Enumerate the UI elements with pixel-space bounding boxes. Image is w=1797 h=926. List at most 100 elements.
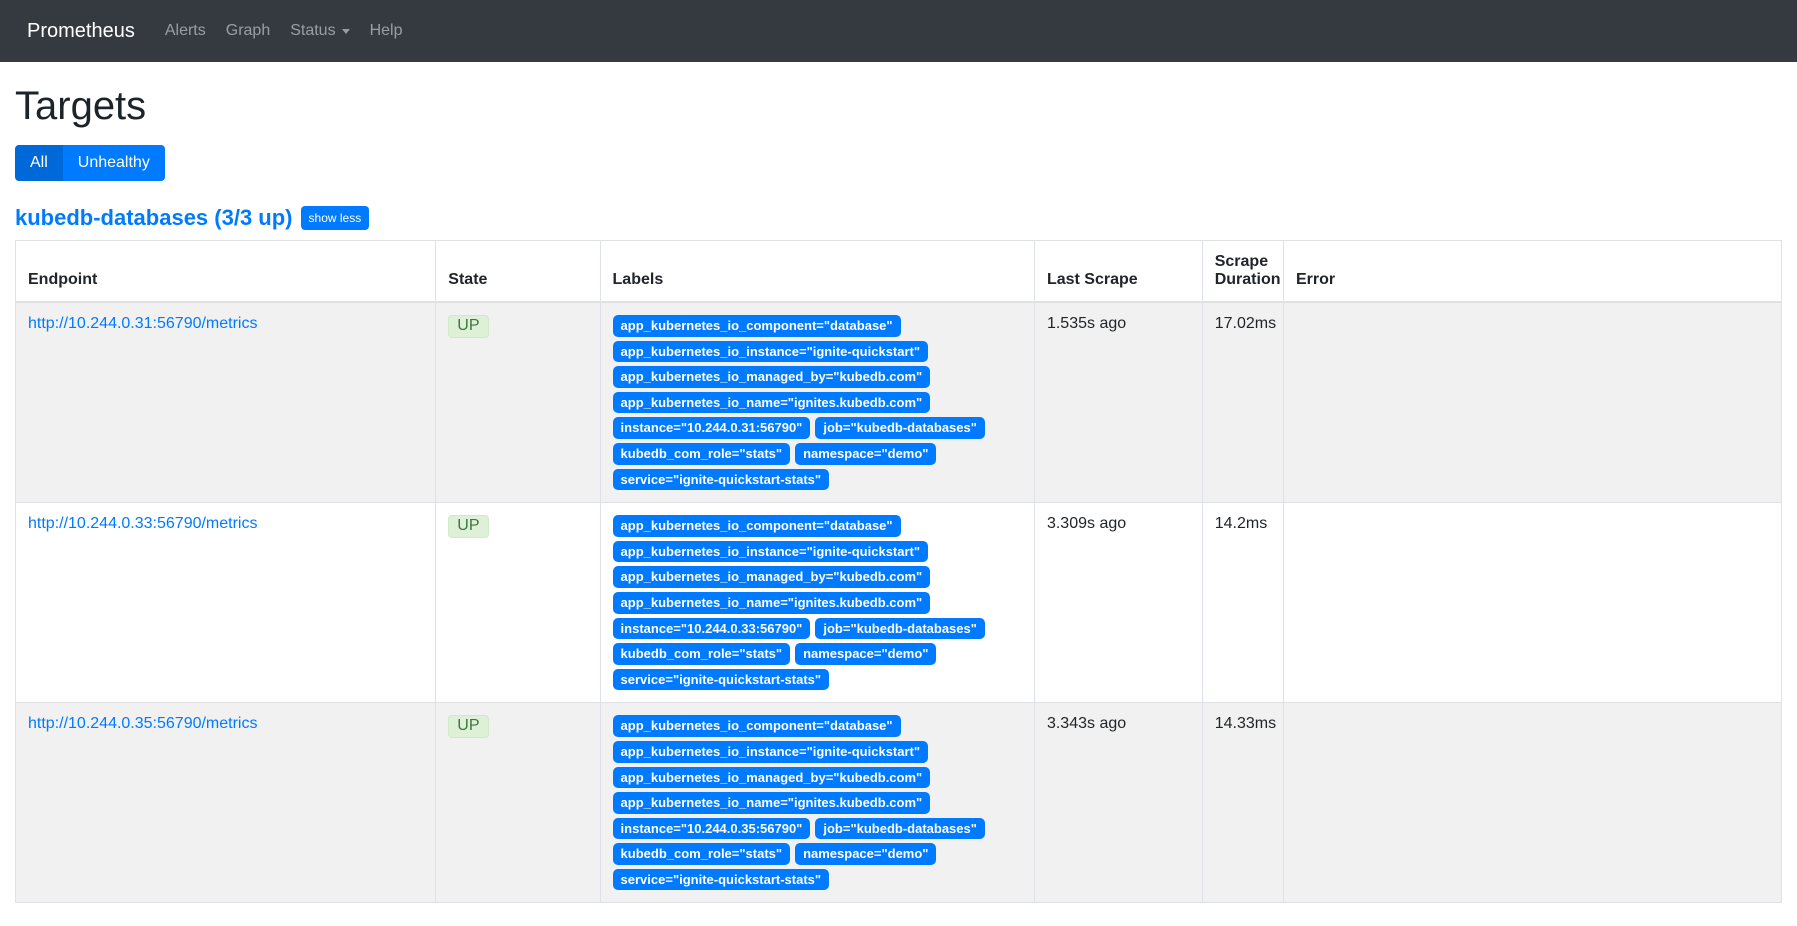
label-badge: instance="10.244.0.31:56790" xyxy=(613,417,811,439)
label-badge: app_kubernetes_io_component="database" xyxy=(613,315,901,337)
label-badge: app_kubernetes_io_name="ignites.kubedb.c… xyxy=(613,592,931,614)
label-badge: app_kubernetes_io_instance="ignite-quick… xyxy=(613,541,929,563)
label-line: service="ignite-quickstart-stats" xyxy=(613,469,1022,491)
page-container: Targets All Unhealthy kubedb-databases (… xyxy=(0,84,1797,903)
endpoint-link[interactable]: http://10.244.0.31:56790/metrics xyxy=(28,315,257,332)
label-line: app_kubernetes_io_managed_by="kubedb.com… xyxy=(613,366,1022,388)
nav-item-status[interactable]: Status xyxy=(280,14,359,48)
nav-item-label: Graph xyxy=(226,22,270,40)
show-less-button[interactable]: show less xyxy=(301,206,370,230)
nav-item-label: Alerts xyxy=(165,22,206,40)
filter-all-button[interactable]: All xyxy=(15,145,63,181)
label-line: app_kubernetes_io_instance="ignite-quick… xyxy=(613,541,1022,563)
endpoint-cell: http://10.244.0.35:56790/metrics xyxy=(16,703,436,903)
endpoint-cell: http://10.244.0.31:56790/metrics xyxy=(16,302,436,503)
label-line: service="ignite-quickstart-stats" xyxy=(613,869,1022,891)
label-badge: job="kubedb-databases" xyxy=(815,417,985,439)
label-badge: app_kubernetes_io_name="ignites.kubedb.c… xyxy=(613,392,931,414)
label-badge: kubedb_com_role="stats" xyxy=(613,443,791,465)
label-line: app_kubernetes_io_instance="ignite-quick… xyxy=(613,341,1022,363)
scrape-duration-cell: 17.02ms xyxy=(1202,302,1283,503)
label-line: app_kubernetes_io_managed_by="kubedb.com… xyxy=(613,767,1022,789)
job-section-header: kubedb-databases (3/3 up) show less xyxy=(15,205,1782,231)
label-line: app_kubernetes_io_component="database" xyxy=(613,315,1022,337)
header-endpoint: Endpoint xyxy=(16,241,436,303)
scrape-duration-cell: 14.2ms xyxy=(1202,503,1283,703)
state-up-badge: UP xyxy=(448,715,488,738)
label-badge: namespace="demo" xyxy=(795,443,936,465)
label-badge: app_kubernetes_io_managed_by="kubedb.com… xyxy=(613,767,931,789)
label-line: app_kubernetes_io_managed_by="kubedb.com… xyxy=(613,566,1022,588)
last-scrape-cell: 3.343s ago xyxy=(1034,703,1202,903)
job-title[interactable]: kubedb-databases (3/3 up) xyxy=(15,205,293,231)
label-line: instance="10.244.0.31:56790"job="kubedb-… xyxy=(613,417,1022,439)
table-row: http://10.244.0.35:56790/metrics UP app_ku… xyxy=(16,703,1782,903)
target-filter-group: All Unhealthy xyxy=(15,145,165,181)
header-state: State xyxy=(436,241,600,303)
endpoint-cell: http://10.244.0.33:56790/metrics xyxy=(16,503,436,703)
nav-item-alerts[interactable]: Alerts xyxy=(155,14,216,48)
last-scrape-cell: 3.309s ago xyxy=(1034,503,1202,703)
state-up-badge: UP xyxy=(448,515,488,538)
label-badge: app_kubernetes_io_managed_by="kubedb.com… xyxy=(613,366,931,388)
brand-link[interactable]: Prometheus xyxy=(27,20,135,43)
header-last-scrape: Last Scrape xyxy=(1034,241,1202,303)
nav-item-label: Help xyxy=(370,22,403,40)
state-cell: UP xyxy=(436,703,600,903)
scrape-duration-cell: 14.33ms xyxy=(1202,703,1283,903)
label-badge: job="kubedb-databases" xyxy=(815,618,985,640)
navbar-menu: Alerts Graph Status Help xyxy=(155,14,413,48)
label-badge: service="ignite-quickstart-stats" xyxy=(613,469,830,491)
label-line: app_kubernetes_io_instance="ignite-quick… xyxy=(613,741,1022,763)
header-labels: Labels xyxy=(600,241,1034,303)
label-badge: namespace="demo" xyxy=(795,843,936,865)
label-line: app_kubernetes_io_component="database" xyxy=(613,715,1022,737)
label-line: app_kubernetes_io_name="ignites.kubedb.c… xyxy=(613,792,1022,814)
label-badge: app_kubernetes_io_managed_by="kubedb.com… xyxy=(613,566,931,588)
labels-cell: app_kubernetes_io_component="database"ap… xyxy=(600,703,1034,903)
targets-table: Endpoint State Labels Last Scrape Scrape… xyxy=(15,240,1782,903)
error-cell xyxy=(1283,503,1781,703)
table-row: http://10.244.0.31:56790/metrics UP app_ku… xyxy=(16,302,1782,503)
state-cell: UP xyxy=(436,503,600,703)
label-line: instance="10.244.0.35:56790"job="kubedb-… xyxy=(613,818,1022,840)
endpoint-link[interactable]: http://10.244.0.33:56790/metrics xyxy=(28,515,257,532)
label-badge: app_kubernetes_io_component="database" xyxy=(613,715,901,737)
page-title: Targets xyxy=(15,84,1782,129)
label-badge: app_kubernetes_io_name="ignites.kubedb.c… xyxy=(613,792,931,814)
chevron-down-icon xyxy=(342,29,350,34)
label-line: kubedb_com_role="stats"namespace="demo" xyxy=(613,843,1022,865)
table-header-row: Endpoint State Labels Last Scrape Scrape… xyxy=(16,241,1782,303)
table-row: http://10.244.0.33:56790/metrics UP app_ku… xyxy=(16,503,1782,703)
labels-cell: app_kubernetes_io_component="database"ap… xyxy=(600,503,1034,703)
filter-unhealthy-button[interactable]: Unhealthy xyxy=(63,145,165,181)
label-line: app_kubernetes_io_name="ignites.kubedb.c… xyxy=(613,592,1022,614)
state-cell: UP xyxy=(436,302,600,503)
label-badge: kubedb_com_role="stats" xyxy=(613,643,791,665)
state-up-badge: UP xyxy=(448,315,488,338)
label-badge: app_kubernetes_io_instance="ignite-quick… xyxy=(613,741,929,763)
label-badge: instance="10.244.0.35:56790" xyxy=(613,818,811,840)
label-badge: app_kubernetes_io_component="database" xyxy=(613,515,901,537)
nav-item-label: Status xyxy=(290,22,335,40)
label-line: app_kubernetes_io_component="database" xyxy=(613,515,1022,537)
label-badge: service="ignite-quickstart-stats" xyxy=(613,669,830,691)
error-cell xyxy=(1283,302,1781,503)
nav-item-help[interactable]: Help xyxy=(360,14,413,48)
label-line: service="ignite-quickstart-stats" xyxy=(613,669,1022,691)
label-line: app_kubernetes_io_name="ignites.kubedb.c… xyxy=(613,392,1022,414)
label-badge: job="kubedb-databases" xyxy=(815,818,985,840)
label-line: kubedb_com_role="stats"namespace="demo" xyxy=(613,443,1022,465)
error-cell xyxy=(1283,703,1781,903)
label-line: kubedb_com_role="stats"namespace="demo" xyxy=(613,643,1022,665)
header-error: Error xyxy=(1283,241,1781,303)
label-badge: instance="10.244.0.33:56790" xyxy=(613,618,811,640)
top-navbar: Prometheus Alerts Graph Status Help xyxy=(0,0,1797,62)
label-badge: kubedb_com_role="stats" xyxy=(613,843,791,865)
nav-item-graph[interactable]: Graph xyxy=(216,14,280,48)
labels-cell: app_kubernetes_io_component="database"ap… xyxy=(600,302,1034,503)
last-scrape-cell: 1.535s ago xyxy=(1034,302,1202,503)
label-line: instance="10.244.0.33:56790"job="kubedb-… xyxy=(613,618,1022,640)
label-badge: namespace="demo" xyxy=(795,643,936,665)
endpoint-link[interactable]: http://10.244.0.35:56790/metrics xyxy=(28,715,257,732)
